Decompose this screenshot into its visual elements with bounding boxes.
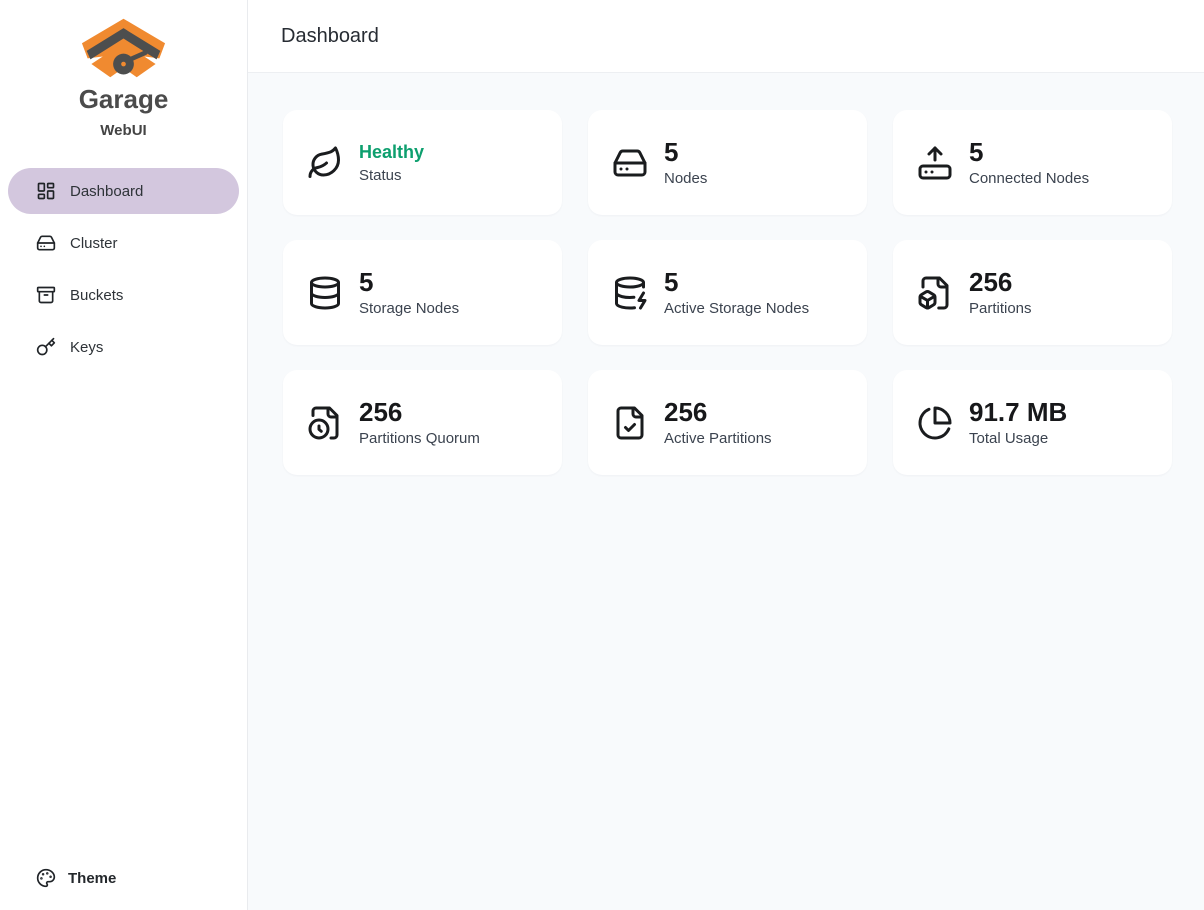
sidebar-item-dashboard[interactable]: Dashboard [8,168,239,214]
card-active-storage-nodes: 5 Active Storage Nodes [588,240,867,345]
card-label: Nodes [664,170,707,187]
hard-drive-icon [612,145,648,181]
key-icon [36,337,56,357]
card-label: Status [359,167,424,184]
card-total-usage: 91.7 MB Total Usage [893,370,1172,475]
card-active-partitions: 256 Active Partitions [588,370,867,475]
card-label: Active Storage Nodes [664,300,809,317]
card-label: Total Usage [969,430,1067,447]
card-partitions: 256 Partitions [893,240,1172,345]
card-label: Partitions Quorum [359,430,480,447]
app-subtitle: WebUI [0,122,247,139]
main-area: Dashboard Healthy Status 5 Nodes [248,0,1204,910]
theme-button[interactable]: Theme [0,868,247,910]
card-label: Storage Nodes [359,300,459,317]
card-nodes: 5 Nodes [588,110,867,215]
card-value: 5 [359,268,459,298]
card-value: 256 [969,268,1032,298]
card-value: 5 [664,268,809,298]
palette-icon [36,868,56,888]
sidebar-item-label: Buckets [70,287,123,304]
card-partitions-quorum: 256 Partitions Quorum [283,370,562,475]
card-value: 256 [359,398,480,428]
sidebar-item-cluster[interactable]: Cluster [8,220,239,266]
card-value: 5 [969,138,1089,168]
sidebar-item-buckets[interactable]: Buckets [8,272,239,318]
sidebar: Garage WebUI Dashboard Cluster Buckets [0,0,248,910]
card-value: Healthy [359,141,424,164]
database-zap-icon [612,275,648,311]
pie-chart-icon [917,405,953,441]
card-status: Healthy Status [283,110,562,215]
hard-drive-icon [36,233,56,253]
file-box-icon [917,275,953,311]
layout-dashboard-icon [36,181,56,201]
theme-label: Theme [68,870,116,887]
stats-grid: Healthy Status 5 Nodes 5 Con [248,73,1204,475]
database-icon [307,275,343,311]
sidebar-item-label: Cluster [70,235,118,252]
file-clock-icon [307,405,343,441]
card-value: 5 [664,138,707,168]
sidebar-nav: Dashboard Cluster Buckets Keys [0,168,247,370]
sidebar-item-label: Keys [70,339,103,356]
garage-logo-icon [81,16,166,80]
hard-drive-upload-icon [917,145,953,181]
file-check-icon [612,405,648,441]
card-label: Partitions [969,300,1032,317]
sidebar-item-label: Dashboard [70,183,143,200]
card-value: 91.7 MB [969,398,1067,428]
app-title: Garage [0,84,247,115]
archive-icon [36,285,56,305]
card-label: Active Partitions [664,430,772,447]
sidebar-item-keys[interactable]: Keys [8,324,239,370]
card-connected-nodes: 5 Connected Nodes [893,110,1172,215]
page-title: Dashboard [281,25,379,48]
card-storage-nodes: 5 Storage Nodes [283,240,562,345]
card-label: Connected Nodes [969,170,1089,187]
leaf-icon [307,145,343,181]
card-value: 256 [664,398,772,428]
logo-block: Garage WebUI [0,0,247,139]
topbar: Dashboard [248,0,1204,73]
